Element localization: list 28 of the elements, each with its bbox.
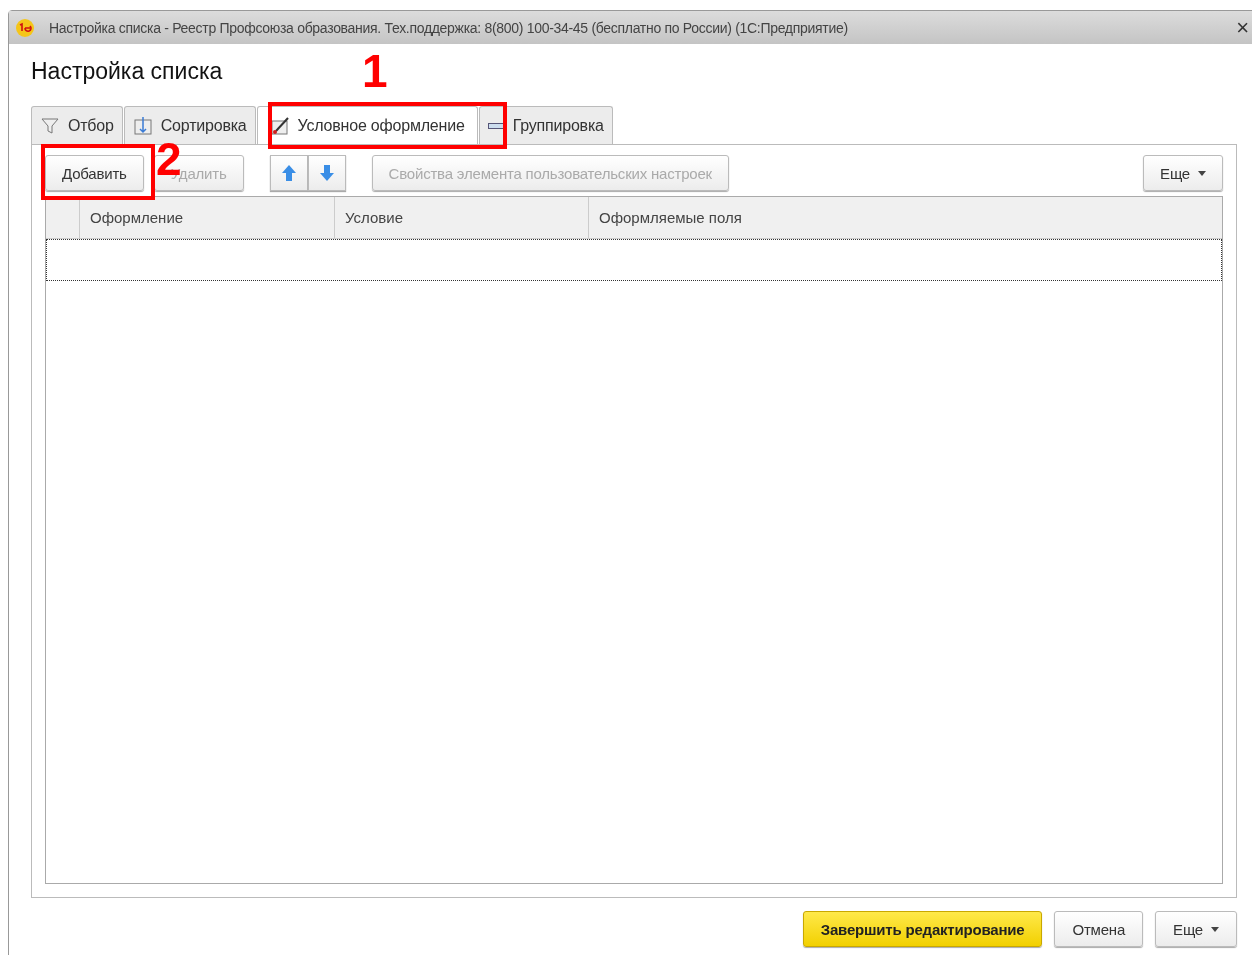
tab[interactable]: Группировка — [478, 106, 613, 144]
annotation-number: 1 — [362, 48, 388, 94]
window-title: Настройка списка - Реестр Профсоюза образования. Тех.поддержка: 8(800) 100-34-45 (бесплатно по России) (1С:Предприятие) — [49, 19, 849, 36]
cancel-button[interactable]: Отмена — [1054, 911, 1144, 947]
move-down-button[interactable] — [307, 155, 346, 191]
caret-icon — [1198, 170, 1206, 176]
form-heading: Настройка списка — [31, 58, 223, 86]
funnel-icon — [40, 115, 60, 136]
tab[interactable]: Сортировка — [123, 106, 256, 144]
column-header[interactable]: Оформляемые поля — [589, 197, 1222, 238]
caret-icon — [1211, 926, 1219, 932]
add-button[interactable]: Добавить — [45, 155, 144, 191]
arrow-down-icon — [318, 164, 335, 182]
sort-icon — [132, 115, 153, 136]
tab[interactable]: Условное оформление — [256, 106, 478, 144]
more-button[interactable]: Еще — [1155, 911, 1237, 947]
app-logo-icon — [15, 17, 35, 38]
arrow-up-icon — [280, 164, 297, 182]
column-header[interactable]: Условие — [335, 197, 589, 238]
finish-editing-button[interactable]: Завершить редактирование — [802, 911, 1043, 947]
column-header[interactable]: Оформление — [80, 197, 335, 238]
brush-icon — [269, 115, 290, 136]
table-row[interactable] — [46, 239, 1222, 281]
group-icon — [487, 122, 505, 129]
more-button[interactable]: Еще — [1143, 155, 1223, 191]
move-up-button[interactable] — [269, 155, 308, 191]
tab[interactable]: Отбор — [31, 106, 123, 144]
close-icon[interactable]: × — [1236, 14, 1249, 41]
